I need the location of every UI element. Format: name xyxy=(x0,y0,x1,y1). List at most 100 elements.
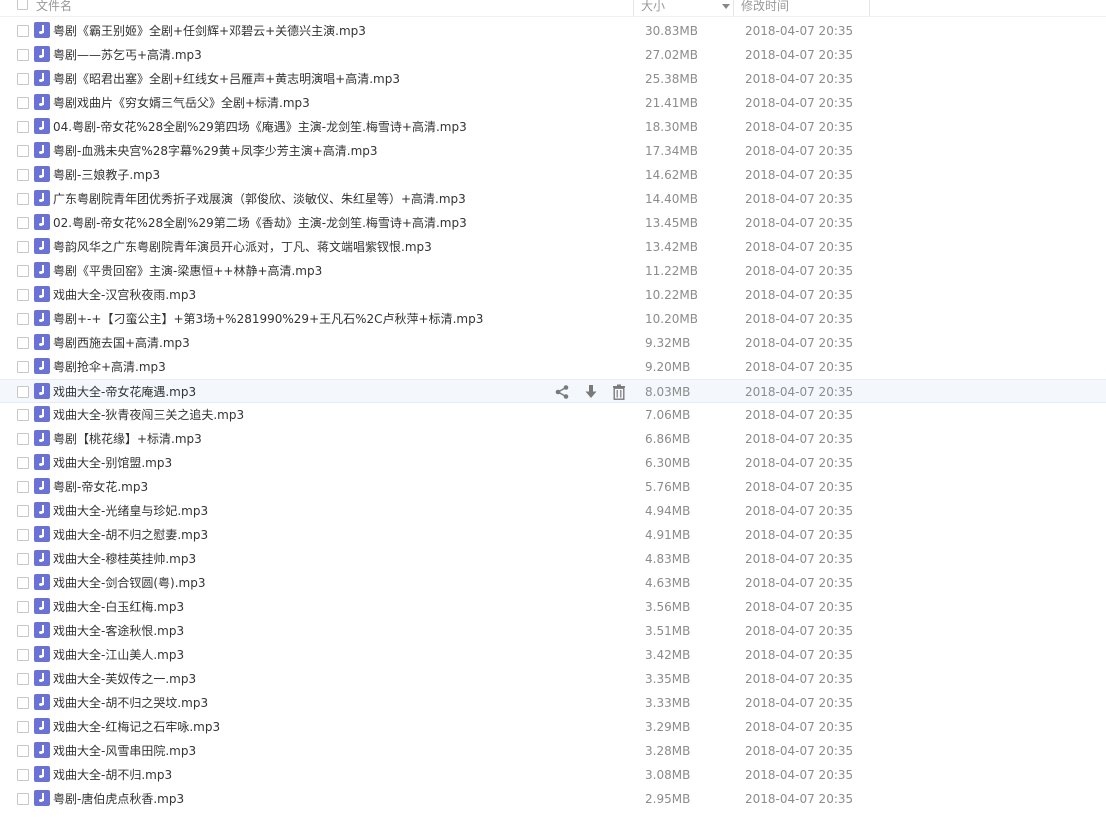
file-name[interactable]: 粤剧【桃花缘】+标清.mp3 xyxy=(53,427,202,451)
file-name[interactable]: 粤剧——苏乞丐+高清.mp3 xyxy=(53,43,202,67)
column-header-name[interactable]: 文件名 xyxy=(36,0,72,16)
file-row[interactable]: 粤剧戏曲片《穷女婿三气岳父》全剧+标清.mp3 21.41MB 2018-04-07… xyxy=(0,91,1106,115)
file-name[interactable]: 粤剧-三娘教子.mp3 xyxy=(53,163,160,187)
file-row[interactable]: 粤剧《霸王别姬》全剧+任剑辉+邓碧云+关德兴主演.mp3 30.83MB 2018-… xyxy=(0,19,1106,43)
file-name[interactable]: 戏曲大全-红梅记之石牢咏.mp3 xyxy=(53,715,220,739)
file-name[interactable]: 粤剧-帝女花.mp3 xyxy=(53,475,148,499)
file-name[interactable]: 广东粤剧院青年团优秀折子戏展演（郭俊欣、淡敏仪、朱红星等）+高清.mp3 xyxy=(53,187,466,211)
delete-icon[interactable] xyxy=(611,384,627,400)
file-row[interactable]: 戏曲大全-红梅记之石牢咏.mp3 3.29MB 2018-04-07 20:35 xyxy=(0,715,1106,739)
row-checkbox[interactable] xyxy=(17,649,29,661)
file-row[interactable]: 粤剧-帝女花.mp3 5.76MB 2018-04-07 20:35 xyxy=(0,475,1106,499)
row-checkbox[interactable] xyxy=(17,433,29,445)
file-row[interactable]: 粤剧-三娘教子.mp3 14.62MB 2018-04-07 20:35 xyxy=(0,163,1106,187)
row-checkbox[interactable] xyxy=(17,337,29,349)
file-row[interactable]: 粤剧抢伞+高清.mp3 9.20MB 2018-04-07 20:35 xyxy=(0,355,1106,379)
file-row[interactable]: 戏曲大全-汉宫秋夜雨.mp3 10.22MB 2018-04-07 20:35 xyxy=(0,283,1106,307)
file-name[interactable]: 粤剧《昭君出塞》全剧+红线女+吕雁声+黄志明演唱+高清.mp3 xyxy=(53,67,400,91)
file-name[interactable]: 戏曲大全-胡不归.mp3 xyxy=(53,763,172,787)
file-row[interactable]: 戏曲大全-芙奴传之一.mp3 3.35MB 2018-04-07 20:35 xyxy=(0,667,1106,691)
file-row[interactable]: 戏曲大全-白玉红梅.mp3 3.56MB 2018-04-07 20:35 xyxy=(0,595,1106,619)
row-checkbox[interactable] xyxy=(17,673,29,685)
row-checkbox[interactable] xyxy=(17,481,29,493)
column-header-modified-time[interactable]: 修改时间 xyxy=(741,0,789,16)
row-checkbox[interactable] xyxy=(17,313,29,325)
row-checkbox[interactable] xyxy=(17,145,29,157)
file-name[interactable]: 戏曲大全-别馆盟.mp3 xyxy=(53,451,172,475)
row-checkbox[interactable] xyxy=(17,265,29,277)
row-checkbox[interactable] xyxy=(17,25,29,37)
file-row[interactable]: 戏曲大全-胡不归之慰妻.mp3 4.91MB 2018-04-07 20:35 xyxy=(0,523,1106,547)
file-row[interactable]: 粤剧《平贵回窑》主演-梁惠恒++林静+高清.mp3 11.22MB 2018-04-… xyxy=(0,259,1106,283)
file-name[interactable]: 戏曲大全-剑合钗圆(粤).mp3 xyxy=(53,571,205,595)
select-all-checkbox[interactable] xyxy=(17,0,28,10)
row-checkbox[interactable] xyxy=(17,769,29,781)
file-row[interactable]: 04.粤剧-帝女花%28全剧%29第四场《庵遇》主演-龙剑笙.梅雪诗+高清.mp… xyxy=(0,115,1106,139)
row-checkbox[interactable] xyxy=(17,457,29,469)
row-checkbox[interactable] xyxy=(17,721,29,733)
row-checkbox[interactable] xyxy=(17,529,29,541)
file-row[interactable]: 戏曲大全-风雪串田院.mp3 3.28MB 2018-04-07 20:35 xyxy=(0,739,1106,763)
file-name[interactable]: 04.粤剧-帝女花%28全剧%29第四场《庵遇》主演-龙剑笙.梅雪诗+高清.mp… xyxy=(53,115,467,139)
file-row[interactable]: 戏曲大全-穆桂英挂帅.mp3 4.83MB 2018-04-07 20:35 xyxy=(0,547,1106,571)
file-name[interactable]: 粤剧-唐伯虎点秋香.mp3 xyxy=(53,787,184,811)
column-header-size[interactable]: 大小 xyxy=(641,0,665,16)
row-checkbox[interactable] xyxy=(17,121,29,133)
file-name[interactable]: 戏曲大全-狄青夜闯三关之追夫.mp3 xyxy=(53,403,244,427)
column-divider[interactable] xyxy=(633,0,634,16)
row-checkbox[interactable] xyxy=(17,697,29,709)
file-row[interactable]: 粤剧西施去国+高清.mp3 9.32MB 2018-04-07 20:35 xyxy=(0,331,1106,355)
sort-desc-icon[interactable] xyxy=(722,4,730,9)
file-name[interactable]: 粤剧-血溅未央宫%28字幕%29黄+凤李少芳主演+高清.mp3 xyxy=(53,139,378,163)
file-row[interactable]: 戏曲大全-胡不归之哭坟.mp3 3.33MB 2018-04-07 20:35 xyxy=(0,691,1106,715)
row-checkbox[interactable] xyxy=(17,793,29,805)
file-row[interactable]: 戏曲大全-光绪皇与珍妃.mp3 4.94MB 2018-04-07 20:35 xyxy=(0,499,1106,523)
row-checkbox[interactable] xyxy=(17,169,29,181)
download-icon[interactable] xyxy=(583,384,599,400)
file-name[interactable]: 戏曲大全-江山美人.mp3 xyxy=(53,643,184,667)
row-checkbox[interactable] xyxy=(17,217,29,229)
row-checkbox[interactable] xyxy=(17,386,29,398)
file-name[interactable]: 戏曲大全-穆桂英挂帅.mp3 xyxy=(53,547,196,571)
share-icon[interactable] xyxy=(554,384,570,400)
file-row[interactable]: 广东粤剧院青年团优秀折子戏展演（郭俊欣、淡敏仪、朱红星等）+高清.mp3 14.4… xyxy=(0,187,1106,211)
file-row[interactable]: 粤韵风华之广东粤剧院青年演员开心派对，丁凡、蒋文端唱紫钗恨.mp3 13.42MB… xyxy=(0,235,1106,259)
file-row[interactable]: 粤剧《昭君出塞》全剧+红线女+吕雁声+黄志明演唱+高清.mp3 25.38MB 20… xyxy=(0,67,1106,91)
file-name[interactable]: 戏曲大全-光绪皇与珍妃.mp3 xyxy=(53,499,208,523)
file-name[interactable]: 粤剧戏曲片《穷女婿三气岳父》全剧+标清.mp3 xyxy=(53,91,310,115)
file-name[interactable]: 戏曲大全-汉宫秋夜雨.mp3 xyxy=(53,283,196,307)
row-checkbox[interactable] xyxy=(17,577,29,589)
file-row[interactable]: 戏曲大全-狄青夜闯三关之追夫.mp3 7.06MB 2018-04-07 20:35 xyxy=(0,403,1106,427)
file-row[interactable]: 粤剧+-+【刁蛮公主】+第3场+%281990%29+王凡石%2C卢秋萍+标清.… xyxy=(0,307,1106,331)
row-checkbox[interactable] xyxy=(17,625,29,637)
file-row[interactable]: 戏曲大全-剑合钗圆(粤).mp3 4.63MB 2018-04-07 20:35 xyxy=(0,571,1106,595)
row-checkbox[interactable] xyxy=(17,361,29,373)
file-name[interactable]: 戏曲大全-客途秋恨.mp3 xyxy=(53,619,184,643)
file-row[interactable]: 粤剧【桃花缘】+标清.mp3 6.86MB 2018-04-07 20:35 xyxy=(0,427,1106,451)
file-row[interactable]: 戏曲大全-帝女花庵遇.mp3 8.03MB 2018-04-07 20:35 xyxy=(0,379,1106,403)
file-name[interactable]: 戏曲大全-芙奴传之一.mp3 xyxy=(53,667,196,691)
row-checkbox[interactable] xyxy=(17,553,29,565)
row-checkbox[interactable] xyxy=(17,745,29,757)
file-name[interactable]: 戏曲大全-风雪串田院.mp3 xyxy=(53,739,196,763)
file-row[interactable]: 戏曲大全-客途秋恨.mp3 3.51MB 2018-04-07 20:35 xyxy=(0,619,1106,643)
file-row[interactable]: 02.粤剧-帝女花%28全剧%29第二场《香劫》主演-龙剑笙.梅雪诗+高清.mp… xyxy=(0,211,1106,235)
file-name[interactable]: 粤韵风华之广东粤剧院青年演员开心派对，丁凡、蒋文端唱紫钗恨.mp3 xyxy=(53,235,432,259)
file-name[interactable]: 戏曲大全-白玉红梅.mp3 xyxy=(53,595,184,619)
file-name[interactable]: 戏曲大全-胡不归之慰妻.mp3 xyxy=(53,523,208,547)
row-checkbox[interactable] xyxy=(17,49,29,61)
row-checkbox[interactable] xyxy=(17,97,29,109)
file-row[interactable]: 戏曲大全-江山美人.mp3 3.42MB 2018-04-07 20:35 xyxy=(0,643,1106,667)
row-checkbox[interactable] xyxy=(17,505,29,517)
file-name[interactable]: 粤剧抢伞+高清.mp3 xyxy=(53,355,166,379)
row-checkbox[interactable] xyxy=(17,241,29,253)
file-row[interactable]: 戏曲大全-别馆盟.mp3 6.30MB 2018-04-07 20:35 xyxy=(0,451,1106,475)
file-name[interactable]: 戏曲大全-胡不归之哭坟.mp3 xyxy=(53,691,208,715)
row-checkbox[interactable] xyxy=(17,289,29,301)
row-checkbox[interactable] xyxy=(17,193,29,205)
column-divider[interactable] xyxy=(869,0,870,16)
file-row[interactable]: 粤剧-唐伯虎点秋香.mp3 2.95MB 2018-04-07 20:35 xyxy=(0,787,1106,811)
file-name[interactable]: 粤剧《霸王别姬》全剧+任剑辉+邓碧云+关德兴主演.mp3 xyxy=(53,19,366,43)
row-checkbox[interactable] xyxy=(17,409,29,421)
file-row[interactable]: 戏曲大全-胡不归.mp3 3.08MB 2018-04-07 20:35 xyxy=(0,763,1106,787)
